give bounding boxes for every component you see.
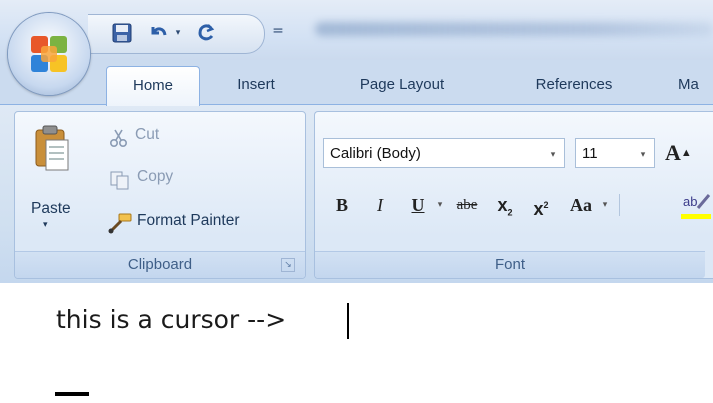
undo-button[interactable] [144, 19, 172, 47]
ribbon-tab-strip: Home Insert Page Layout References Ma [0, 60, 713, 106]
font-size-value: 11 [582, 145, 598, 162]
font-group-label: Font [315, 251, 705, 278]
paste-dropdown-arrow[interactable]: ▾ [43, 220, 48, 230]
cut-label: Cut [135, 126, 160, 143]
paste-button[interactable]: Paste ▾ [21, 120, 83, 244]
scissors-icon [109, 129, 128, 148]
tab-mailings[interactable]: Ma [678, 66, 713, 104]
paintbrush-icon [108, 213, 132, 234]
document-area[interactable]: this is a cursor --> [0, 283, 713, 403]
italic-button[interactable]: I [367, 190, 393, 220]
font-name-dropdown-arrow[interactable]: ▾ [546, 139, 560, 169]
copy-icon [110, 171, 129, 190]
underline-button[interactable]: U [405, 190, 431, 220]
paste-label: Paste [31, 200, 71, 217]
change-case-dropdown-arrow[interactable]: ▾ [599, 190, 611, 220]
save-button[interactable] [108, 19, 136, 47]
office-logo-icon [31, 36, 67, 72]
font-name-value: Calibri (Body) [330, 145, 421, 162]
undo-dropdown-arrow[interactable]: ▾ [172, 19, 184, 47]
font-group-title: Font [494, 256, 525, 273]
clipboard-group-title: Clipboard [127, 256, 193, 273]
quick-access-toolbar: ▾ [88, 14, 265, 54]
customize-toolbar-button[interactable]: = [268, 17, 288, 45]
font-name-combo[interactable]: Calibri (Body) ▾ [323, 138, 565, 168]
copy-label: Copy [137, 168, 174, 185]
undo-icon [151, 27, 167, 36]
tab-references[interactable]: References [512, 66, 636, 104]
bold-button[interactable]: B [329, 190, 355, 220]
change-case-button[interactable]: Aa [563, 190, 599, 220]
blurred-window-title [315, 22, 713, 36]
office-button[interactable] [8, 13, 90, 95]
font-size-dropdown-arrow[interactable]: ▾ [636, 139, 650, 169]
subscript-button[interactable]: x2 [491, 190, 519, 220]
grow-font-arrow-icon: ▲ [680, 147, 692, 159]
font-group: Calibri (Body) ▾ 11 ▾ A▲ B I U ▾ abe x2 … [314, 111, 713, 279]
clipboard-group: Paste ▾ Cut Copy Format Painter Clipboar… [14, 111, 306, 279]
end-of-document-marker [55, 392, 89, 396]
redo-button[interactable] [192, 19, 220, 47]
save-icon [112, 23, 132, 43]
underline-dropdown-arrow[interactable]: ▾ [433, 190, 447, 220]
cut-button[interactable]: Cut [109, 126, 219, 150]
subscript-label: x [497, 195, 508, 215]
highlight-color-swatch [681, 214, 711, 219]
toolbar-separator [619, 194, 620, 216]
format-painter-label: Format Painter [137, 212, 240, 229]
strikethrough-button[interactable]: abe [449, 190, 485, 220]
tab-insert[interactable]: Insert [222, 66, 290, 104]
redo-icon [198, 24, 215, 41]
format-painter-button[interactable]: Format Painter [107, 210, 297, 236]
clipboard-group-label: Clipboard [15, 251, 305, 278]
superscript-button[interactable]: x2 [527, 190, 555, 220]
document-text[interactable]: this is a cursor --> [56, 305, 286, 334]
copy-button[interactable]: Copy [109, 168, 219, 192]
ribbon: Paste ▾ Cut Copy Format Painter Clipboar… [0, 104, 713, 284]
grow-font-label: A [665, 140, 681, 165]
clipboard-dialog-launcher-icon[interactable]: ↘ [281, 258, 295, 272]
paste-icon [35, 125, 69, 171]
text-highlight-button[interactable]: ab [681, 192, 711, 220]
font-size-combo[interactable]: 11 ▾ [575, 138, 655, 168]
tab-home[interactable]: Home [106, 66, 200, 106]
superscript-label: x [533, 199, 544, 219]
grow-font-button[interactable]: A▲ [665, 136, 705, 170]
text-cursor [347, 303, 349, 339]
highlighter-icon [696, 194, 711, 209]
tab-page-layout[interactable]: Page Layout [336, 66, 468, 104]
